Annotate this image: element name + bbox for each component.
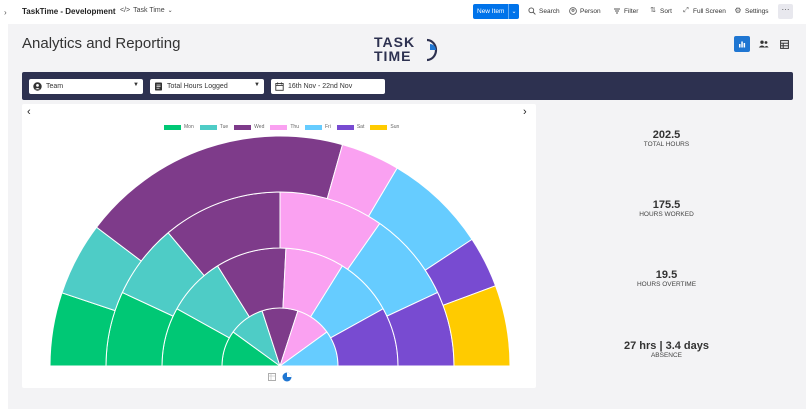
logo-clock-icon: [426, 38, 438, 62]
team-view-button[interactable]: [755, 36, 771, 52]
search-icon: [528, 7, 536, 15]
group-select-value: Team: [46, 83, 64, 90]
search-button[interactable]: Search: [528, 7, 560, 15]
chevron-down-icon: ⌄: [167, 8, 173, 14]
new-item-dropdown-icon[interactable]: ⌄: [508, 4, 519, 19]
legend-swatch: [370, 124, 388, 130]
more-options-button[interactable]: ···: [778, 4, 793, 19]
view-name: Task Time: [133, 7, 165, 14]
stat-value: 202.5: [652, 129, 681, 141]
legend-swatch: [234, 124, 252, 130]
expand-icon: ⤢: [683, 7, 689, 14]
new-item-label: New Item: [477, 8, 505, 15]
metric-select-value: Total Hours Logged: [167, 83, 228, 90]
table-toggle-icon[interactable]: [268, 373, 276, 381]
top-bar: › TaskTime - Development </> Task Time ⌄…: [0, 0, 806, 24]
page-title: Analytics and Reporting: [22, 35, 181, 52]
view-selector[interactable]: </> Task Time ⌄: [120, 7, 173, 14]
full-screen-button[interactable]: ⤢ Full Screen: [682, 7, 726, 15]
stat-total-hours: 202.5 TOTAL HOURS: [540, 129, 793, 148]
filter-button[interactable]: Filter: [613, 7, 638, 15]
search-label: Search: [539, 7, 560, 15]
person-button[interactable]: Person: [569, 7, 601, 15]
stats-panel: 202.5 TOTAL HOURS 175.5 HOURS WORKED 19.…: [540, 104, 793, 388]
document-icon: [155, 82, 162, 91]
settings-label: Settings: [745, 7, 769, 15]
pie-chart-icon[interactable]: [282, 372, 292, 382]
date-range-value: 16th Nov - 22nd Nov: [288, 83, 353, 90]
code-icon: </>: [120, 7, 131, 14]
full-screen-label: Full Screen: [693, 7, 726, 15]
expand-chevron-icon[interactable]: ›: [4, 8, 7, 17]
legend-swatch: [164, 124, 181, 130]
person-circle-icon: [33, 82, 42, 91]
legend-swatch: [270, 124, 288, 130]
previous-arrow-icon[interactable]: ‹: [27, 106, 31, 118]
legend-swatch: [305, 124, 322, 130]
calendar-icon: [275, 82, 284, 91]
logo-line-2: TIME: [374, 48, 412, 64]
stat-value: 175.5: [652, 199, 681, 211]
date-range-picker[interactable]: 16th Nov - 22nd Nov: [271, 79, 385, 94]
stat-label: ABSENCE: [650, 352, 683, 359]
chart-pager: [268, 372, 292, 382]
metric-select[interactable]: Total Hours Logged ▼: [150, 79, 264, 94]
table-view-button[interactable]: [776, 36, 792, 52]
stat-value: 27 hrs | 3.4 days: [623, 340, 710, 352]
stat-absence: 27 hrs | 3.4 days ABSENCE: [540, 340, 793, 359]
sort-label: Sort: [660, 7, 672, 15]
stat-label: HOURS OVERTIME: [636, 281, 697, 288]
tasktime-logo: TASK TIME: [374, 34, 444, 66]
chart-view-button[interactable]: [734, 36, 750, 52]
filter-icon: [614, 8, 620, 14]
people-icon: [758, 40, 769, 48]
filter-label: Filter: [624, 7, 639, 15]
caret-down-icon: ▼: [133, 82, 139, 88]
settings-button[interactable]: ⚙ Settings: [734, 6, 769, 15]
bar-chart-icon: [739, 41, 746, 48]
stat-hours-worked: 175.5 HOURS WORKED: [540, 199, 793, 218]
legend-swatch: [199, 124, 217, 130]
app-title: TaskTime - Development: [22, 7, 116, 16]
caret-down-icon: ▼: [254, 82, 260, 88]
person-icon: [569, 7, 577, 15]
new-item-button[interactable]: New Item ⌄: [473, 4, 519, 19]
sort-button[interactable]: ⇅ Sort: [649, 7, 672, 15]
next-arrow-icon[interactable]: ›: [523, 106, 527, 118]
stat-hours-overtime: 19.5 HOURS OVERTIME: [540, 269, 793, 288]
stat-label: TOTAL HOURS: [643, 141, 690, 148]
sort-icon: ⇅: [650, 7, 656, 14]
gear-icon: ⚙: [734, 6, 742, 15]
person-label: Person: [580, 7, 601, 15]
table-icon: [779, 39, 789, 49]
stat-value: 19.5: [655, 269, 678, 281]
stat-label: HOURS WORKED: [639, 211, 694, 218]
sunburst-chart: [49, 135, 511, 368]
group-select[interactable]: Team ▼: [29, 79, 143, 94]
legend-swatch: [336, 124, 354, 130]
